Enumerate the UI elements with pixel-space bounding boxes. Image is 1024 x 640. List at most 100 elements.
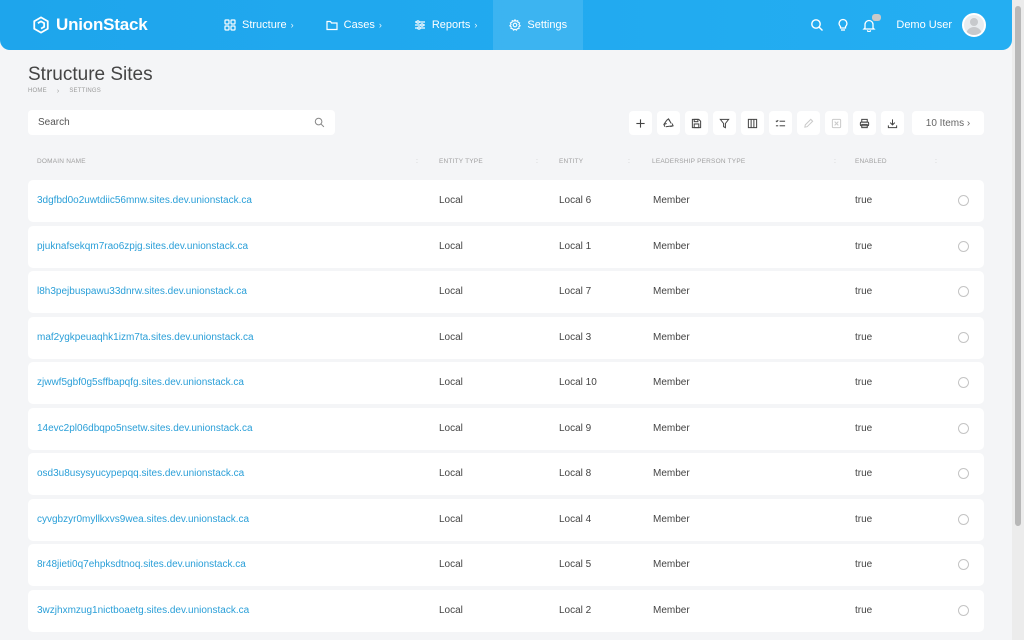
table-row[interactable]: cyvgbzyr0myllkxvs9wea.sites.dev.unionsta… xyxy=(28,498,984,541)
row-select-checkbox[interactable] xyxy=(958,331,969,343)
table-row[interactable]: l8h3pejbuspawu33dnrw.sites.dev.unionstac… xyxy=(28,271,984,313)
search-icon[interactable] xyxy=(810,18,824,32)
cell-domain-name[interactable]: cyvgbzyr0myllkxvs9wea.sites.dev.unionsta… xyxy=(37,514,249,525)
nav-settings-label: Settings xyxy=(527,19,568,31)
row-select-checkbox[interactable] xyxy=(958,604,969,616)
sort-handle-icon[interactable]: : xyxy=(536,158,538,165)
save-icon xyxy=(691,118,702,128)
pencil-icon xyxy=(804,118,814,128)
row-select-checkbox[interactable] xyxy=(958,559,969,570)
cell-domain-name[interactable]: pjuknafsekqm7rao6zpjg.sites.dev.unionsta… xyxy=(37,241,248,252)
cell-domain-name[interactable]: 14evc2pl06dbqpo5nsetw.sites.dev.unionsta… xyxy=(37,423,253,434)
column-entity-type[interactable]: ENTITY TYPE xyxy=(439,158,483,165)
sort-handle-icon[interactable]: : xyxy=(935,158,937,165)
sort-handle-icon[interactable]: : xyxy=(628,158,630,165)
cell-enabled: true xyxy=(855,422,873,434)
cell-leadership-person-type: Member xyxy=(653,513,690,525)
cell-entity: Local 4 xyxy=(559,513,592,525)
close-box-icon xyxy=(831,118,842,128)
row-select-checkbox[interactable] xyxy=(958,195,969,206)
cell-enabled: true xyxy=(855,468,873,479)
search-icon[interactable] xyxy=(314,117,325,128)
nav-structure[interactable]: Structure › xyxy=(208,0,310,50)
cell-domain-name[interactable]: osd3u8usysyucypepqq.sites.dev.unionstack… xyxy=(37,468,244,479)
search-input[interactable] xyxy=(38,117,314,128)
chevron-right-icon: › xyxy=(474,20,478,30)
table-row[interactable]: maf2ygkpeuaqhk1izm7ta.sites.dev.unionsta… xyxy=(28,316,984,359)
chevron-right-icon: › xyxy=(290,20,294,30)
column-entity[interactable]: ENTITY xyxy=(559,158,583,165)
plus-icon xyxy=(636,118,645,128)
bell-icon[interactable] xyxy=(862,14,882,33)
table-row[interactable]: zjwwf5gbf0g5sffbapqfg.sites.dev.unionsta… xyxy=(28,362,984,404)
download-button[interactable] xyxy=(881,111,904,135)
gear-icon xyxy=(509,19,522,31)
main-nav: Structure › Cases › Reports › Settings xyxy=(208,0,584,50)
table-row[interactable]: 3wzjhxmzug1nictboaetg.sites.dev.unionsta… xyxy=(28,589,984,632)
cell-entity-type: Local xyxy=(439,377,463,388)
nav-reports[interactable]: Reports › xyxy=(398,0,494,50)
download-icon xyxy=(887,118,898,128)
table-row[interactable]: osd3u8usysyucypepqq.sites.dev.unionstack… xyxy=(28,453,984,495)
cell-entity-type: Local xyxy=(439,195,463,206)
edit-button[interactable] xyxy=(797,111,820,135)
columns-icon xyxy=(747,118,758,128)
print-button[interactable] xyxy=(853,111,876,135)
cell-domain-name[interactable]: maf2ygkpeuaqhk1izm7ta.sites.dev.unionsta… xyxy=(37,332,254,343)
recycle-button[interactable] xyxy=(657,111,680,135)
cell-domain-name[interactable]: l8h3pejbuspawu33dnrw.sites.dev.unionstac… xyxy=(37,286,247,297)
cell-domain-name[interactable]: 3wzjhxmzug1nictboaetg.sites.dev.unionsta… xyxy=(37,605,249,616)
cell-domain-name[interactable]: 8r48jieti0q7ehpksdtnoq.sites.dev.unionst… xyxy=(37,559,246,570)
scrollbar-thumb[interactable] xyxy=(1015,6,1021,526)
cell-leadership-person-type: Member xyxy=(653,604,690,616)
columns-button[interactable] xyxy=(741,111,764,135)
column-leadership-person-type[interactable]: LEADERSHIP PERSON TYPE xyxy=(652,158,745,165)
cell-enabled: true xyxy=(855,331,873,343)
row-select-checkbox[interactable] xyxy=(958,513,969,525)
chevron-right-icon: › xyxy=(378,20,382,30)
cell-enabled: true xyxy=(855,240,873,252)
table-row[interactable]: 8r48jieti0q7ehpksdtnoq.sites.dev.unionst… xyxy=(28,544,984,586)
table-row[interactable]: pjuknafsekqm7rao6zpjg.sites.dev.unionsta… xyxy=(28,225,984,268)
cell-entity: Local 1 xyxy=(559,240,592,252)
sort-handle-icon[interactable]: : xyxy=(416,158,418,165)
cell-enabled: true xyxy=(855,604,873,616)
cell-entity-type: Local xyxy=(439,331,463,343)
row-select-checkbox[interactable] xyxy=(958,468,969,479)
delete-button[interactable] xyxy=(825,111,848,135)
user-name[interactable]: Demo User xyxy=(896,19,952,31)
scrollbar[interactable] xyxy=(1012,0,1024,640)
row-select-checkbox[interactable] xyxy=(958,286,969,297)
cell-entity: Local 9 xyxy=(559,422,592,434)
table-row[interactable]: 14evc2pl06dbqpo5nsetw.sites.dev.unionsta… xyxy=(28,407,984,450)
lightbulb-icon[interactable] xyxy=(836,18,850,32)
row-select-checkbox[interactable] xyxy=(958,377,969,388)
cell-domain-name[interactable]: 3dgfbd0o2uwtdiic56mnw.sites.dev.unionsta… xyxy=(37,195,252,206)
cell-leadership-person-type: Member xyxy=(653,468,690,479)
app-window: UnionStack Structure › Cases › Reports ›… xyxy=(0,0,1012,640)
row-select-checkbox[interactable] xyxy=(958,240,969,252)
cell-entity-type: Local xyxy=(439,286,463,297)
filter-button[interactable] xyxy=(713,111,736,135)
avatar[interactable] xyxy=(962,13,986,37)
cell-leadership-person-type: Member xyxy=(653,377,690,388)
breadcrumb-home[interactable]: HOME xyxy=(28,88,47,95)
add-button[interactable] xyxy=(629,111,652,135)
table-body: 3dgfbd0o2uwtdiic56mnw.sites.dev.unionsta… xyxy=(28,180,984,635)
nav-cases[interactable]: Cases › xyxy=(310,0,398,50)
nav-settings[interactable]: Settings xyxy=(493,0,584,50)
brand[interactable]: UnionStack xyxy=(32,15,208,35)
column-domain-name[interactable]: DOMAIN NAME xyxy=(37,158,86,165)
items-per-page-button[interactable]: 10 Items › xyxy=(912,111,984,135)
sort-handle-icon[interactable]: : xyxy=(834,158,836,165)
column-enabled[interactable]: ENABLED xyxy=(855,158,887,165)
table-row[interactable]: 3dgfbd0o2uwtdiic56mnw.sites.dev.unionsta… xyxy=(28,180,984,222)
cell-leadership-person-type: Member xyxy=(653,559,690,570)
row-select-checkbox[interactable] xyxy=(958,422,969,434)
table-toolbar xyxy=(629,111,904,135)
list-settings-button[interactable] xyxy=(769,111,792,135)
nav-right: Demo User xyxy=(798,13,986,37)
cell-domain-name[interactable]: zjwwf5gbf0g5sffbapqfg.sites.dev.unionsta… xyxy=(37,377,244,388)
save-button[interactable] xyxy=(685,111,708,135)
cell-enabled: true xyxy=(855,513,873,525)
